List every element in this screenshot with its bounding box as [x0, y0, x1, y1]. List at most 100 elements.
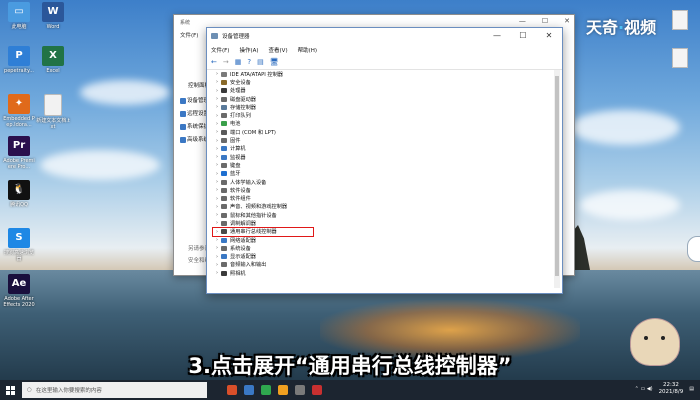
cloud — [40, 150, 160, 180]
tree-item[interactable]: › 磁盘驱动器 — [213, 95, 548, 103]
chevron-right-icon[interactable]: › — [213, 179, 221, 185]
taskbar-app-icon[interactable] — [244, 385, 254, 395]
taskbar-app-icon[interactable] — [312, 385, 322, 395]
chevron-right-icon[interactable]: › — [213, 171, 221, 177]
chevron-right-icon[interactable]: › — [213, 104, 221, 110]
desktop-shortcut[interactable]: Pr Adobe Premiere Pro... — [2, 136, 36, 170]
tree-item[interactable]: › 人体学输入设备 — [213, 178, 548, 186]
tree-item[interactable]: › 软件设备 — [213, 186, 548, 194]
chevron-right-icon[interactable]: › — [213, 113, 221, 119]
back-icon[interactable]: ← — [211, 58, 217, 66]
tree-item[interactable]: › 声音、视频和游戏控制器 — [213, 203, 548, 211]
scrollbar-thumb[interactable] — [555, 76, 559, 276]
tree-item[interactable]: › 键盘 — [213, 161, 548, 169]
tree-item[interactable]: › 固件 — [213, 136, 548, 145]
chevron-right-icon[interactable]: › — [213, 220, 221, 226]
desktop-shortcut[interactable]: Ppepetraity... — [2, 46, 36, 74]
chevron-right-icon[interactable]: › — [213, 212, 221, 218]
chevron-right-icon[interactable]: › — [213, 262, 221, 268]
help-icon[interactable]: ? — [247, 58, 251, 66]
tray-icons[interactable]: ⌃ ▭ ◀) — [635, 386, 653, 392]
tree-item[interactable]: › 存储控制器 — [213, 103, 548, 111]
chevron-right-icon[interactable]: › — [213, 79, 221, 85]
minimize-button[interactable]: — — [484, 28, 510, 44]
tree-item[interactable]: › 监视器 — [213, 153, 548, 161]
maximize-button[interactable]: ☐ — [510, 28, 536, 44]
taskbar-app-icon[interactable] — [261, 385, 271, 395]
notification-icon[interactable]: ▤ — [689, 386, 694, 392]
side-widget-button[interactable] — [687, 236, 700, 262]
tree-item[interactable]: › 系统设备 — [213, 244, 548, 252]
chevron-right-icon[interactable]: › — [213, 254, 221, 260]
tree-item[interactable]: › 处理器 — [213, 87, 548, 95]
taskbar-app-icon[interactable] — [227, 385, 237, 395]
desktop-shortcut-label: 新建文本文档.txt — [36, 118, 70, 130]
minimize-icon[interactable]: — — [519, 17, 526, 25]
chevron-right-icon[interactable]: › — [213, 154, 221, 160]
desktop-file-icon[interactable] — [665, 10, 695, 30]
device-manager-window[interactable]: 设备管理器 — ☐ ✕ 文件(F) 操作(A) 查看(V) 帮助(H) ← → ▦? ▤ 🖥 … — [206, 27, 563, 294]
menu-item[interactable]: 文件(F) — [211, 46, 229, 54]
tree-item[interactable]: › 计算机 — [213, 145, 548, 153]
forward-icon[interactable]: → — [223, 58, 229, 66]
maximize-icon[interactable]: ☐ — [542, 17, 548, 25]
desktop-shortcut[interactable]: W Word — [36, 2, 70, 30]
chevron-right-icon[interactable]: › — [213, 196, 221, 202]
desktop-shortcut[interactable]: Ae Adobe After Effects 2020 — [2, 274, 36, 308]
chevron-right-icon[interactable]: › — [213, 88, 221, 94]
chevron-right-icon[interactable]: › — [213, 146, 221, 152]
desktop-file-icon[interactable] — [665, 48, 695, 68]
chevron-right-icon[interactable]: › — [213, 71, 221, 77]
tree-item[interactable]: › 电池 — [213, 120, 548, 128]
chevron-right-icon[interactable]: › — [213, 204, 221, 210]
desktop-shortcut[interactable]: 新建文本文档.txt — [36, 94, 70, 130]
tree-item[interactable]: › IDE ATA/ATAPI 控制器 — [213, 70, 548, 78]
chevron-right-icon[interactable]: › — [213, 162, 221, 168]
menu-item[interactable]: 查看(V) — [269, 46, 288, 54]
desktop-shortcut[interactable]: ✦ Embedded Pep.Idora... — [2, 94, 36, 128]
chevron-right-icon[interactable]: › — [213, 229, 221, 235]
monitor-icon[interactable]: 🖥 — [270, 58, 279, 66]
chevron-right-icon[interactable]: › — [213, 138, 221, 144]
start-button[interactable] — [0, 380, 20, 400]
taskbar-app-icon[interactable] — [278, 385, 288, 395]
qq-icon: 🐧 — [8, 180, 30, 200]
tree-item[interactable]: › 显示适配器 — [213, 253, 548, 261]
properties-icon[interactable]: ▦ — [235, 58, 242, 66]
chevron-right-icon[interactable]: › — [213, 237, 221, 243]
tree-item[interactable]: › 安全设备 — [213, 78, 548, 86]
taskbar-search[interactable]: ○ 在这里输入你要搜索的内容 — [22, 382, 207, 398]
view-icon[interactable]: ▤ — [257, 58, 264, 66]
tree-item[interactable]: › 打印队列 — [213, 111, 548, 120]
chevron-right-icon[interactable]: › — [213, 96, 221, 102]
desktop-shortcut[interactable]: 🐧 腾讯QQ — [2, 180, 36, 208]
menu-item[interactable]: 文件(F) — [180, 31, 198, 39]
tree-item[interactable]: › 调制解调器 — [213, 219, 548, 227]
chevron-right-icon[interactable]: › — [213, 187, 221, 193]
tree-item[interactable]: › 鼠标和其他指针设备 — [213, 211, 548, 219]
chevron-right-icon[interactable]: › — [213, 245, 221, 251]
tree-item[interactable]: › 端口 (COM 和 LPT) — [213, 128, 548, 136]
tree-item-usb-controllers[interactable]: › 通用串行总线控制器 — [212, 226, 314, 237]
tree-item[interactable]: › 照相机 — [213, 269, 548, 277]
tree-item[interactable]: › 蓝牙 — [213, 170, 548, 178]
chevron-right-icon[interactable]: › — [213, 270, 221, 276]
tree-scrollbar[interactable] — [554, 70, 560, 288]
clock[interactable]: 22:32 2021/8/9 — [659, 382, 684, 396]
tree-item[interactable]: › 网络适配器 — [213, 236, 548, 244]
menu-item[interactable]: 操作(A) — [239, 46, 258, 54]
taskbar-apps — [227, 385, 322, 395]
device-category-icon — [221, 162, 227, 168]
menu-item[interactable]: 帮助(H) — [298, 46, 317, 54]
desktop-shortcut[interactable]: S 搜狗高速浏览器 — [2, 228, 36, 262]
tree-item[interactable]: › 音频输入和输出 — [213, 261, 548, 269]
desktop-shortcut[interactable]: X Excel — [36, 46, 70, 74]
tree-item[interactable]: › 软件组件 — [213, 194, 548, 203]
desktop-shortcut[interactable]: ▭ 此电脑 — [2, 2, 36, 30]
close-button[interactable]: ✕ — [536, 28, 562, 44]
system-window-controls[interactable]: — ☐ ✕ — [519, 17, 570, 25]
chevron-right-icon[interactable]: › — [213, 121, 221, 127]
taskbar-app-icon[interactable] — [295, 385, 305, 395]
close-icon[interactable]: ✕ — [564, 17, 570, 25]
chevron-right-icon[interactable]: › — [213, 129, 221, 135]
